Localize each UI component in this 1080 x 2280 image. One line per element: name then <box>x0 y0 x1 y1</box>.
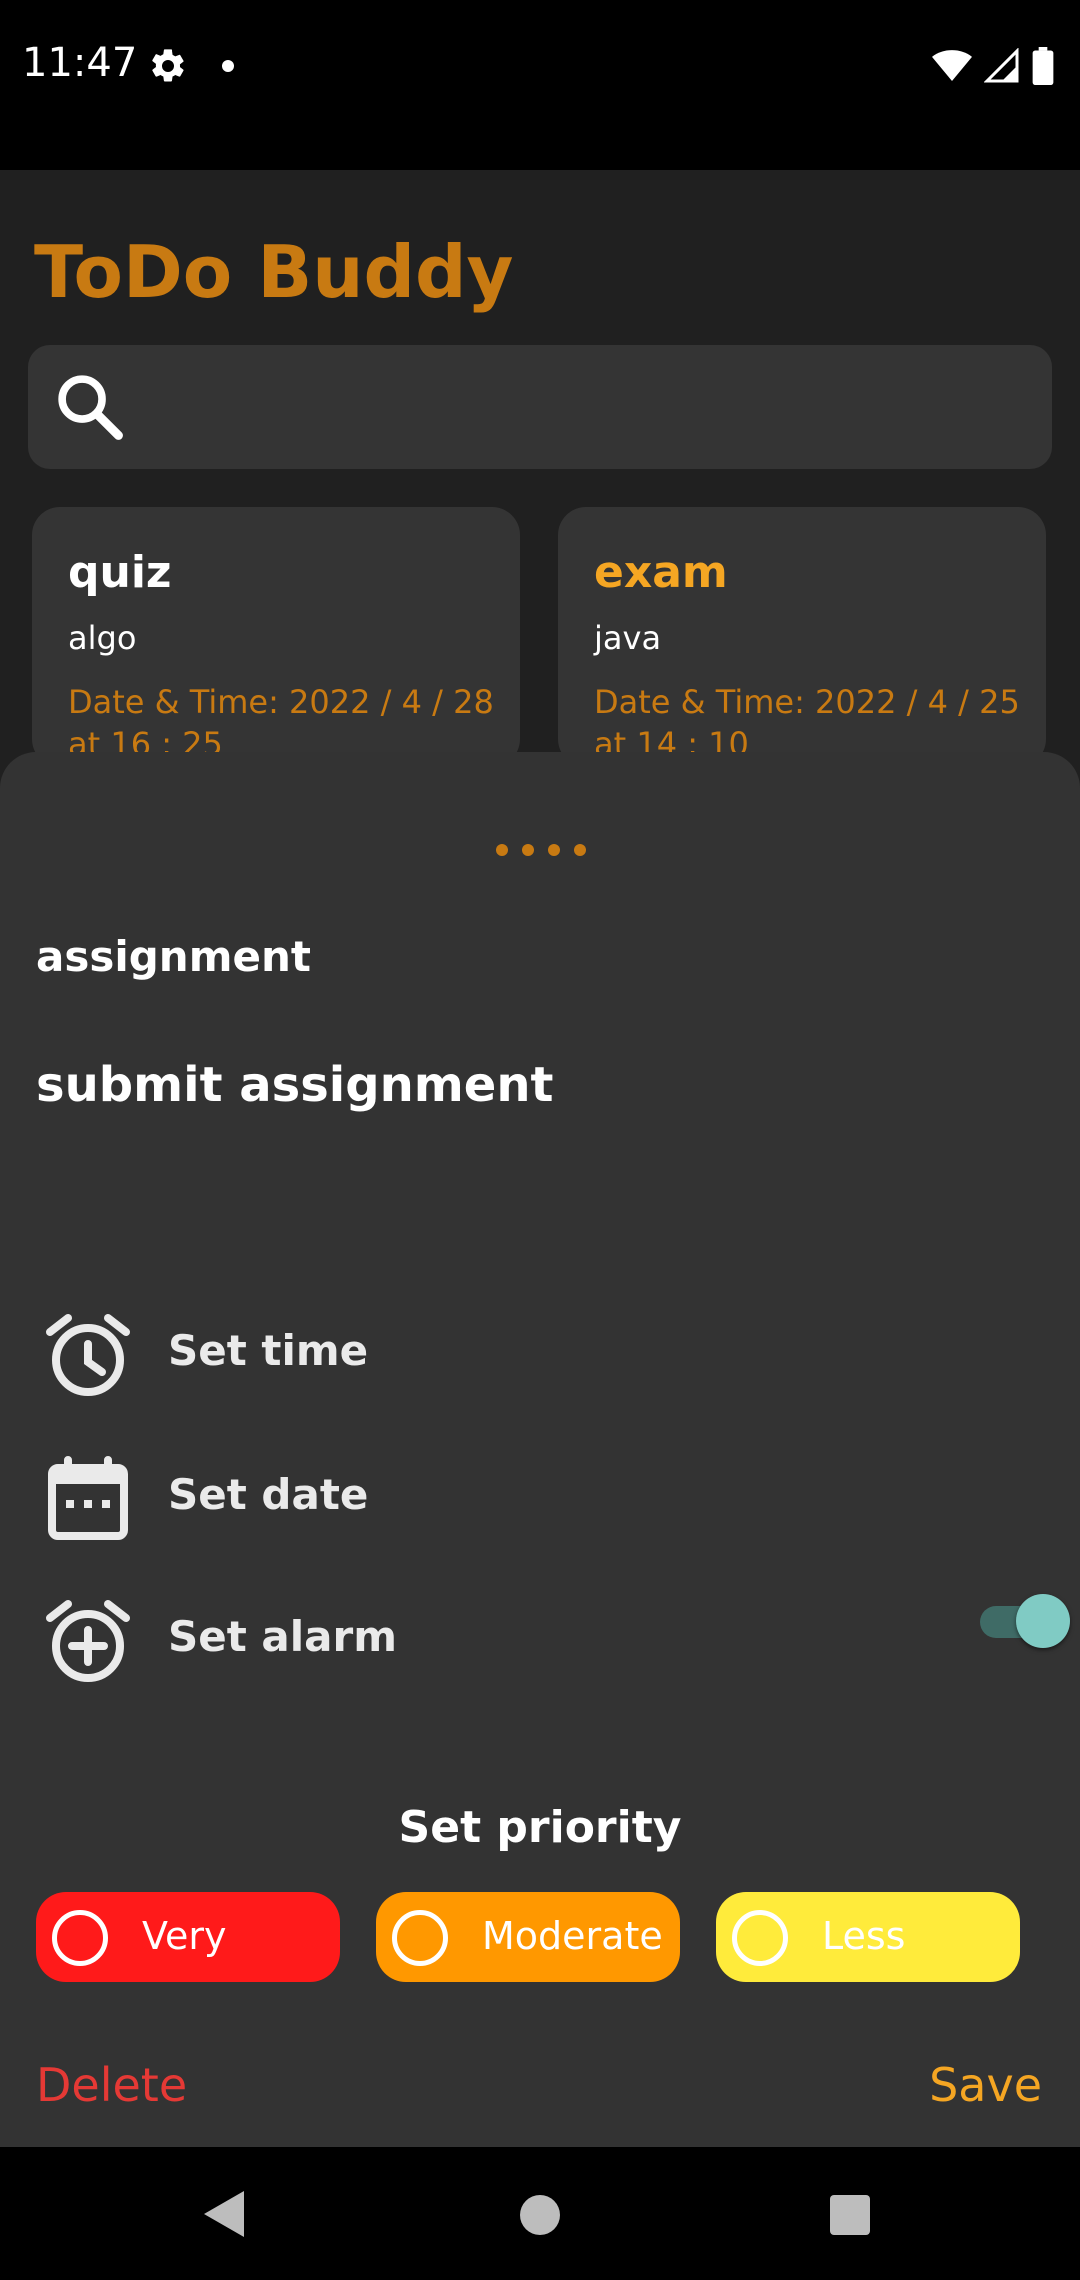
navigation-bar <box>0 2147 1080 2280</box>
set-alarm-row[interactable]: Set alarm <box>0 1584 1080 1694</box>
set-time-label: Set time <box>168 1326 369 1375</box>
save-button[interactable]: Save <box>929 2058 1042 2112</box>
delete-button[interactable]: Delete <box>36 2058 187 2112</box>
card-title: exam <box>594 547 728 598</box>
card-subtitle: algo <box>68 619 137 657</box>
priority-less-button[interactable]: Less <box>716 1892 1020 1982</box>
recents-icon[interactable] <box>830 2195 870 2235</box>
search-bar[interactable] <box>28 345 1052 469</box>
calendar-icon <box>48 1456 128 1540</box>
signal-icon <box>984 48 1019 83</box>
battery-icon <box>1032 47 1054 85</box>
toggle-thumb <box>1016 1594 1070 1648</box>
status-bar: 11:47 <box>0 0 1080 170</box>
radio-icon <box>52 1910 108 1966</box>
task-bottom-sheet: assignment submit assignment Set time Se… <box>0 752 1080 2147</box>
task-title-input[interactable]: assignment <box>36 932 311 981</box>
wifi-icon <box>932 50 972 81</box>
alarm-clock-icon <box>46 1314 130 1396</box>
radio-icon <box>392 1910 448 1966</box>
task-description-input[interactable]: submit assignment <box>36 1057 553 1113</box>
priority-moderate-button[interactable]: Moderate <box>376 1892 680 1982</box>
priority-label: Less <box>822 1914 906 1958</box>
task-card-exam[interactable]: exam java Date & Time: 2022 / 4 / 25 at … <box>558 507 1046 767</box>
alarm-add-icon <box>46 1600 130 1682</box>
set-alarm-label: Set alarm <box>168 1612 397 1661</box>
card-subtitle: java <box>594 619 662 657</box>
app-title: ToDo Buddy <box>34 230 514 314</box>
drag-handle[interactable] <box>496 844 586 856</box>
home-icon[interactable] <box>520 2195 560 2235</box>
search-icon[interactable] <box>52 369 128 445</box>
set-date-row[interactable]: Set date <box>0 1442 1080 1552</box>
back-icon[interactable] <box>204 2191 244 2237</box>
priority-very-button[interactable]: Very <box>36 1892 340 1982</box>
priority-label: Very <box>142 1914 227 1958</box>
task-card-quiz[interactable]: quiz algo Date & Time: 2022 / 4 / 28 at … <box>32 507 520 767</box>
notification-dot-icon <box>222 60 234 72</box>
status-time: 11:47 <box>22 40 138 86</box>
gear-icon <box>152 49 184 82</box>
set-time-row[interactable]: Set time <box>0 1298 1080 1408</box>
priority-label: Moderate <box>482 1914 663 1958</box>
alarm-toggle[interactable] <box>980 1594 1070 1648</box>
card-title: quiz <box>68 547 172 598</box>
status-icons <box>932 44 1054 88</box>
priority-title: Set priority <box>398 1802 682 1853</box>
set-date-label: Set date <box>168 1470 369 1519</box>
radio-icon <box>732 1910 788 1966</box>
